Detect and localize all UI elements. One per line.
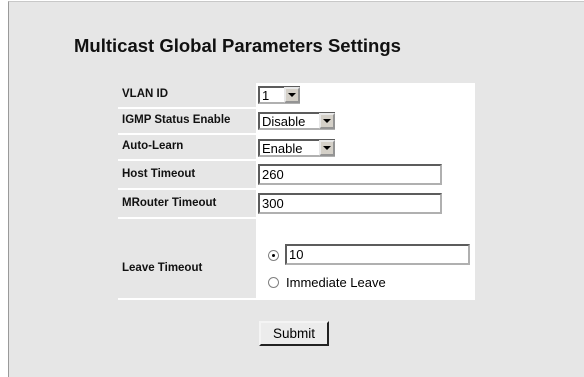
mrouter-timeout-input[interactable]: 300 — [258, 193, 442, 214]
vlan-id-select[interactable]: 1 — [258, 86, 300, 104]
host-timeout-label: Host Timeout — [122, 168, 196, 180]
leave-timeout-row: Leave Timeout 10 Immediate Leave — [118, 219, 475, 300]
igmp-status-label-cell: IGMP Status Enable — [118, 109, 256, 133]
settings-form: VLAN ID 1 IGMP Status Enable Disable Aut… — [118, 83, 475, 300]
auto-learn-select[interactable]: Enable — [258, 139, 335, 157]
vlan-id-label: VLAN ID — [122, 88, 168, 100]
leave-timeout-label-cell: Leave Timeout — [118, 219, 256, 298]
mrouter-timeout-label: MRouter Timeout — [122, 197, 217, 209]
auto-learn-label: Auto-Learn — [122, 140, 184, 152]
immediate-leave-label: Immediate Leave — [286, 275, 386, 290]
host-timeout-label-cell: Host Timeout — [118, 161, 256, 188]
mrouter-timeout-label-cell: MRouter Timeout — [118, 190, 256, 217]
vlan-id-label-cell: VLAN ID — [118, 83, 256, 107]
igmp-status-row: IGMP Status Enable Disable — [118, 109, 475, 135]
igmp-status-select[interactable]: Disable — [258, 112, 335, 130]
auto-learn-label-cell: Auto-Learn — [118, 135, 256, 159]
leave-timeout-label: Leave Timeout — [122, 262, 203, 274]
host-timeout-input[interactable]: 260 — [258, 164, 442, 185]
host-timeout-row: Host Timeout 260 — [118, 161, 475, 190]
immediate-leave-radio[interactable] — [268, 277, 279, 288]
leave-timeout-input[interactable]: 10 — [285, 244, 470, 265]
auto-learn-value: Enable — [262, 140, 303, 156]
igmp-status-value: Disable — [262, 113, 306, 129]
vlan-id-value: 1 — [262, 87, 270, 103]
chevron-down-icon[interactable] — [319, 140, 335, 156]
submit-button[interactable]: Submit — [259, 321, 329, 346]
chevron-down-icon[interactable] — [284, 87, 300, 103]
igmp-status-label: IGMP Status Enable — [122, 114, 231, 126]
auto-learn-row: Auto-Learn Enable — [118, 135, 475, 161]
leave-timeout-value-radio[interactable] — [268, 250, 279, 261]
chevron-down-icon[interactable] — [319, 113, 335, 129]
page-title: Multicast Global Parameters Settings — [74, 35, 401, 56]
mrouter-timeout-row: MRouter Timeout 300 — [118, 190, 475, 219]
vlan-id-row: VLAN ID 1 — [118, 83, 475, 109]
